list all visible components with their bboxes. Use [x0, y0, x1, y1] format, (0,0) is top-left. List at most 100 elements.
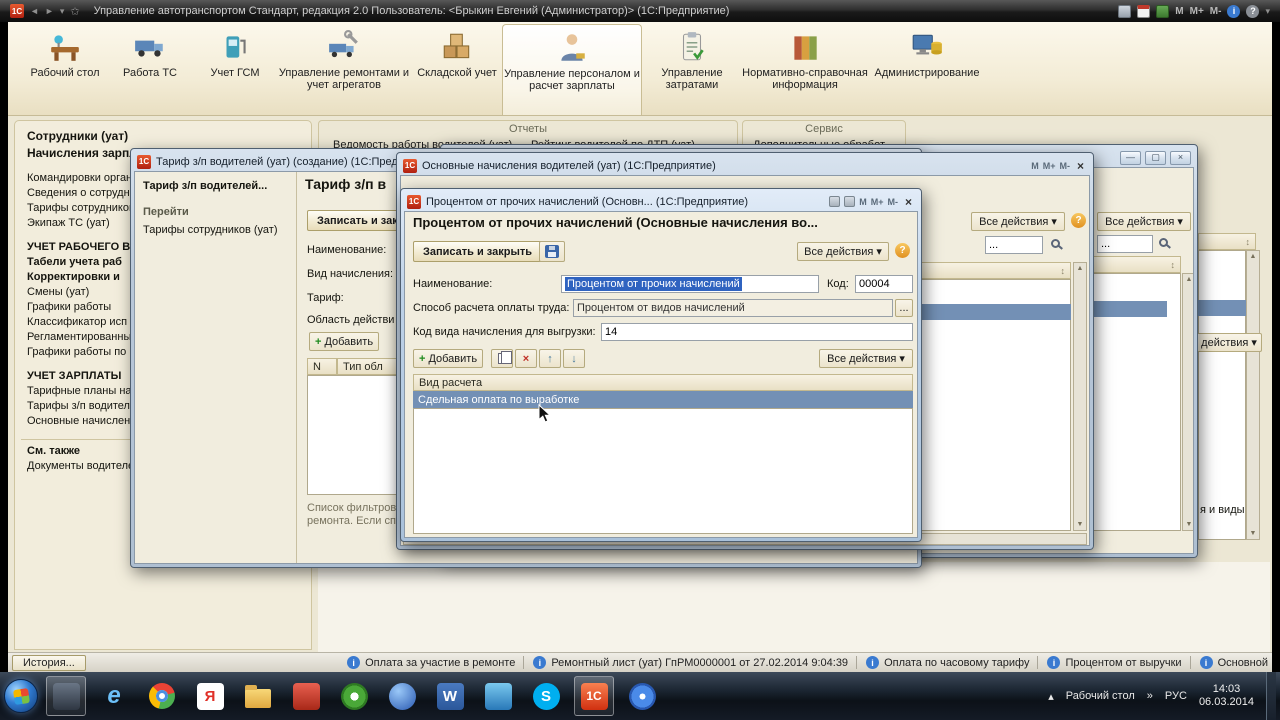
hidden-icons-chevron[interactable]: ▴: [1048, 690, 1054, 703]
osn-vscrollbar[interactable]: ▲ ▼: [1073, 262, 1087, 531]
osn-search-input[interactable]: ...: [985, 236, 1043, 254]
sort-icon[interactable]: ↕: [1061, 266, 1066, 276]
calc-type-header[interactable]: Вид расчета: [413, 374, 913, 391]
name-input[interactable]: Процентом от прочих начислений: [561, 275, 819, 293]
table-header-n[interactable]: N: [307, 358, 337, 375]
add-button[interactable]: + Добавить: [309, 332, 380, 351]
nav-forward-icon[interactable]: ►: [45, 6, 54, 16]
bgwin-all-actions-button[interactable]: Все действия ▾: [1097, 212, 1191, 231]
calc-type-selected-row[interactable]: Сдельная оплата по выработке: [413, 391, 913, 408]
sidebar-item-sotrudniki[interactable]: Сотрудники (уат): [21, 128, 311, 145]
taskbar-icon-app-window[interactable]: [46, 676, 86, 716]
memory-m-plus-button[interactable]: M+: [1190, 6, 1204, 17]
nav-history-dropdown-icon[interactable]: ▾: [60, 6, 65, 17]
ribbon-section-reference[interactable]: Нормативно-справочная информация: [742, 30, 868, 91]
book-icon[interactable]: [1156, 4, 1170, 18]
ribbon-section-fuel[interactable]: Учет ГСМ: [196, 30, 274, 79]
ribbon-section-costs[interactable]: Управление затратами: [646, 30, 738, 91]
memory-m-button[interactable]: M: [1031, 161, 1039, 171]
memory-m-minus-button[interactable]: M-: [1210, 6, 1222, 17]
method-input[interactable]: Процентом от видов начислений: [573, 299, 893, 317]
help-icon[interactable]: ?: [1071, 213, 1086, 228]
scroll-up-icon[interactable]: ▲: [1186, 276, 1193, 283]
minimize-button[interactable]: —: [1120, 150, 1141, 165]
navpane-link-tarify[interactable]: Тарифы сотрудников (уат): [143, 224, 278, 236]
status-message[interactable]: i Ремонтный лист (уат) ГпРМ0000001 от 27.…: [523, 656, 848, 669]
memory-m-minus-button[interactable]: M-: [887, 197, 898, 207]
bg-vscrollbar[interactable]: ▲ ▼: [1246, 250, 1260, 540]
search-icon[interactable]: [1051, 239, 1060, 248]
search-icon[interactable]: [1159, 238, 1168, 247]
ribbon-section-repairs[interactable]: Управление ремонтами и учет агрегатов: [278, 30, 410, 91]
scroll-down-icon[interactable]: ▼: [1250, 530, 1257, 537]
taskbar-icon-monitor[interactable]: [478, 676, 518, 716]
sort-icon[interactable]: ↕: [1171, 260, 1176, 270]
copy-button[interactable]: [491, 349, 513, 368]
calendar-icon[interactable]: [1137, 4, 1151, 18]
taskbar-icon-yandex[interactable]: Я: [190, 676, 230, 716]
scroll-down-icon[interactable]: ▼: [1186, 521, 1193, 528]
taskbar-icon-internet-explorer[interactable]: e: [94, 676, 134, 716]
help-icon[interactable]: ?: [1246, 4, 1260, 18]
taskbar-icon-word[interactable]: W: [430, 676, 470, 716]
ribbon-section-vehicles[interactable]: Работа ТС: [108, 30, 192, 79]
delete-button[interactable]: ×: [515, 349, 537, 368]
titlebar-more-icon[interactable]: ▾: [1265, 6, 1270, 17]
add-button[interactable]: + Добавить: [413, 349, 484, 368]
status-message[interactable]: i Основной: [1189, 656, 1268, 669]
bgwin-vscrollbar[interactable]: ▲ ▼: [1182, 273, 1193, 531]
taskbar-icon-blue-orb[interactable]: [382, 676, 422, 716]
help-icon[interactable]: ?: [895, 243, 910, 258]
ribbon-section-warehouse[interactable]: Складской учет: [414, 30, 500, 79]
taskbar-icon-1c[interactable]: 1С: [574, 676, 614, 716]
code-input[interactable]: 00004: [855, 275, 913, 293]
close-button[interactable]: ×: [902, 195, 915, 209]
taskbar-icon-blue-flower[interactable]: [622, 676, 662, 716]
scroll-up-icon[interactable]: ▲: [1077, 265, 1084, 272]
ribbon-section-hr[interactable]: Управление персоналом и расчет зарплаты: [502, 24, 642, 115]
scroll-down-icon[interactable]: ▼: [1077, 521, 1084, 528]
show-desktop-button[interactable]: [1266, 672, 1276, 720]
export-code-input[interactable]: 14: [601, 323, 913, 341]
maximize-button[interactable]: ▢: [1145, 150, 1166, 165]
navpane-root-item[interactable]: Тариф з/п водителей...: [143, 180, 267, 192]
osn-all-actions-button[interactable]: Все действия ▾: [971, 212, 1065, 231]
info-icon[interactable]: i: [1227, 4, 1241, 18]
move-up-button[interactable]: ↑: [539, 349, 561, 368]
desktop-toolbar-label[interactable]: Рабочий стол: [1066, 690, 1135, 702]
bgwin-search-input[interactable]: ...: [1097, 235, 1153, 253]
tray-clock[interactable]: 14:03 06.03.2014: [1199, 683, 1254, 709]
calculator-icon[interactable]: [1118, 4, 1132, 18]
memory-m-plus-button[interactable]: M+: [871, 197, 884, 207]
bg-selected-row[interactable]: [1198, 300, 1246, 316]
start-button[interactable]: [4, 679, 38, 713]
status-message[interactable]: i Процентом от выручки: [1037, 656, 1182, 669]
bgwin-selected-row[interactable]: [1093, 301, 1167, 317]
ribbon-section-desktop[interactable]: Рабочий стол: [26, 30, 104, 79]
scroll-up-icon[interactable]: ▲: [1250, 253, 1257, 260]
nav-back-icon[interactable]: ◄: [30, 6, 39, 16]
window-osn-titlebar[interactable]: 1С Основные начисления водителей (уат) (…: [400, 156, 1090, 175]
save-button[interactable]: [539, 241, 565, 262]
status-message[interactable]: i Оплата за участие в ремонте: [338, 656, 515, 669]
window-dialog-titlebar[interactable]: 1С Процентом от прочих начислений (Основ…: [404, 192, 918, 211]
toolbar-chevrons-icon[interactable]: »: [1147, 690, 1153, 702]
bg-actions-button[interactable]: действия ▾: [1196, 333, 1262, 352]
taskbar-icon-chrome[interactable]: [142, 676, 182, 716]
dialog-all-actions-button[interactable]: Все действия ▾: [797, 242, 889, 261]
window-icon[interactable]: [844, 196, 856, 207]
save-close-button[interactable]: Записать и закрыть: [413, 241, 543, 262]
language-indicator[interactable]: РУС: [1165, 690, 1187, 702]
memory-m-minus-button[interactable]: M-: [1059, 161, 1070, 171]
taskbar-icon-folder[interactable]: [238, 676, 278, 716]
sort-icon[interactable]: ↕: [1246, 237, 1251, 247]
history-button[interactable]: История...: [12, 654, 86, 671]
taskbar-icon-skype[interactable]: S: [526, 676, 566, 716]
favorites-star-icon[interactable]: ✩: [70, 5, 79, 18]
ribbon-section-admin[interactable]: Администрирование: [872, 30, 982, 79]
taskbar-icon-red-app[interactable]: [286, 676, 326, 716]
method-ellipsis-button[interactable]: ...: [895, 299, 913, 317]
memory-m-button[interactable]: M: [1175, 6, 1183, 17]
calc-type-table-body[interactable]: [413, 408, 913, 534]
close-button[interactable]: ×: [1170, 150, 1191, 165]
